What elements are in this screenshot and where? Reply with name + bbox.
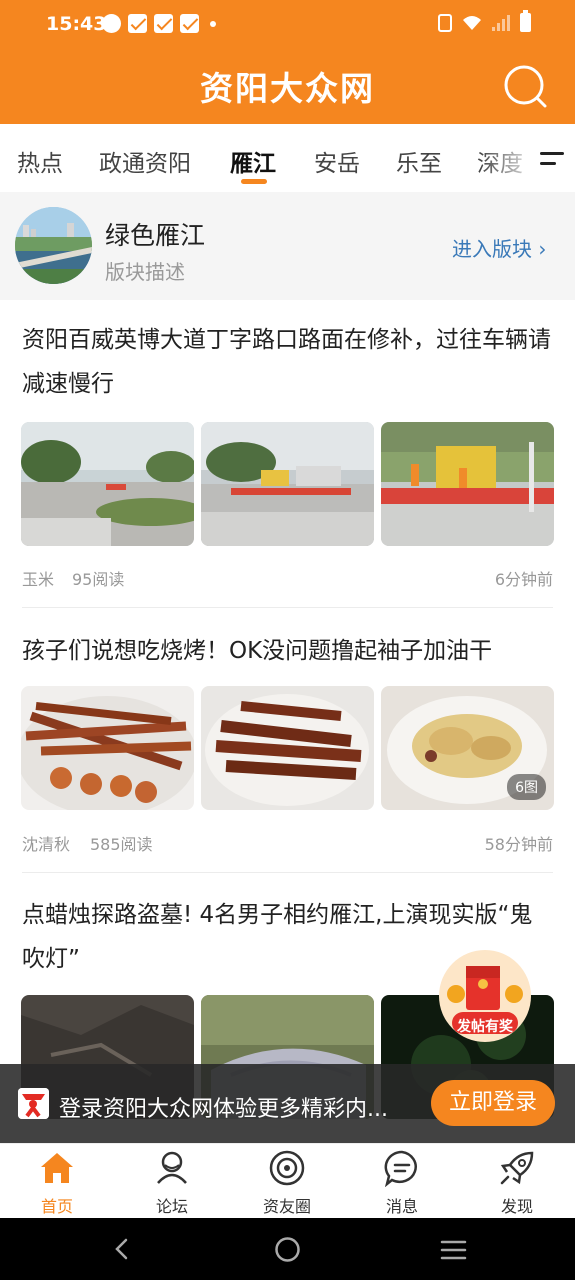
tab-anyue[interactable]: 安岳 <box>314 144 360 178</box>
nav-discover[interactable]: 发现 <box>467 1144 567 1219</box>
nav-label: 首页 <box>40 1197 73 1216</box>
back-icon[interactable] <box>111 1237 133 1261</box>
article-title[interactable]: 资阳百威英博大道丁字路口路面在修补，过往车辆请减速慢行 <box>22 318 552 406</box>
app-notification-icon <box>102 14 121 33</box>
mail-icon <box>154 14 173 33</box>
active-tab-indicator <box>241 179 267 184</box>
tab-lezhi[interactable]: 乐至 <box>396 144 442 178</box>
article-author: 沈清秋 <box>22 835 71 854</box>
vibrate-icon <box>438 13 452 32</box>
article-author: 玉米 <box>22 570 55 589</box>
home-button-icon[interactable] <box>274 1236 301 1263</box>
nav-home[interactable]: 首页 <box>7 1144 107 1219</box>
article-thumbnail[interactable]: 6图 <box>381 686 554 810</box>
article-thumbnail[interactable] <box>381 422 554 546</box>
tab-yanjiang[interactable]: 雁江 <box>230 144 276 178</box>
post-reward-badge[interactable]: 发帖有奖 <box>434 950 536 1046</box>
circle-icon <box>269 1150 305 1186</box>
nav-label: 消息 <box>385 1197 418 1216</box>
board-banner[interactable]: 绿色雁江 版块描述 进入版块 › <box>0 192 575 300</box>
tab-zhengtong-ziyang[interactable]: 政通资阳 <box>99 144 191 178</box>
tab-hot[interactable]: 热点 <box>17 144 63 178</box>
enter-board-link[interactable]: 进入版块 › <box>452 233 546 262</box>
nav-circle[interactable]: 资友圈 <box>237 1144 337 1219</box>
divider <box>22 607 553 608</box>
message-icon <box>384 1150 417 1187</box>
status-bar: 15:43 <box>0 0 575 48</box>
article-thumbnail[interactable] <box>21 422 194 546</box>
home-icon <box>41 1153 73 1183</box>
login-button[interactable]: 立即登录 <box>431 1080 555 1126</box>
article-time: 6分钟前 <box>494 570 553 589</box>
image-count-badge: 6图 <box>507 774 546 800</box>
rocket-icon <box>500 1151 534 1185</box>
app-title: 资阳大众网 <box>200 69 375 108</box>
nav-label: 资友圈 <box>262 1197 311 1216</box>
login-prompt-text: 登录资阳大众网体验更多精彩内... <box>59 1097 388 1122</box>
post-reward-label: 发帖有奖 <box>457 1019 513 1035</box>
app-logo-icon <box>18 1088 49 1119</box>
wifi-icon <box>463 15 481 30</box>
nav-label: 论坛 <box>155 1197 188 1216</box>
app-header: 15:43 资阳大众网 <box>0 0 575 124</box>
board-name: 绿色雁江 <box>105 221 206 250</box>
board-description: 版块描述 <box>105 260 185 284</box>
article-title[interactable]: 孩子们说想吃烧烤！OK没问题撸起袖子加油干 <box>22 629 552 673</box>
mail-icon <box>180 14 199 33</box>
forum-icon <box>157 1151 187 1184</box>
nav-messages[interactable]: 消息 <box>352 1144 452 1219</box>
tab-menu-icon[interactable] <box>537 147 567 171</box>
article-time: 58分钟前 <box>484 835 553 854</box>
battery-icon <box>520 10 531 32</box>
article-reads: 585阅读 <box>90 835 153 854</box>
bottom-nav: 首页 论坛 资友圈 消息 发现 <box>0 1143 575 1218</box>
search-icon[interactable] <box>503 64 547 108</box>
board-avatar <box>15 207 92 284</box>
notification-icons <box>102 14 216 33</box>
login-prompt-banner: 登录资阳大众网体验更多精彩内... 立即登录 <box>0 1064 575 1143</box>
signal-icon <box>492 14 510 31</box>
system-icons <box>438 10 531 32</box>
tabs-fade <box>480 124 540 192</box>
article-reads: 95阅读 <box>72 570 125 589</box>
status-time: 15:43 <box>46 13 107 35</box>
more-notifications-icon <box>210 20 216 27</box>
nav-label: 发现 <box>500 1197 533 1216</box>
article-thumbnail[interactable] <box>21 686 194 810</box>
system-navigation-bar <box>0 1218 575 1280</box>
nav-forum[interactable]: 论坛 <box>122 1144 222 1219</box>
recent-apps-icon[interactable] <box>440 1239 467 1261</box>
article-thumbnail[interactable] <box>201 686 374 810</box>
article-thumbnail[interactable] <box>201 422 374 546</box>
divider <box>22 872 553 873</box>
mail-icon <box>128 14 147 33</box>
